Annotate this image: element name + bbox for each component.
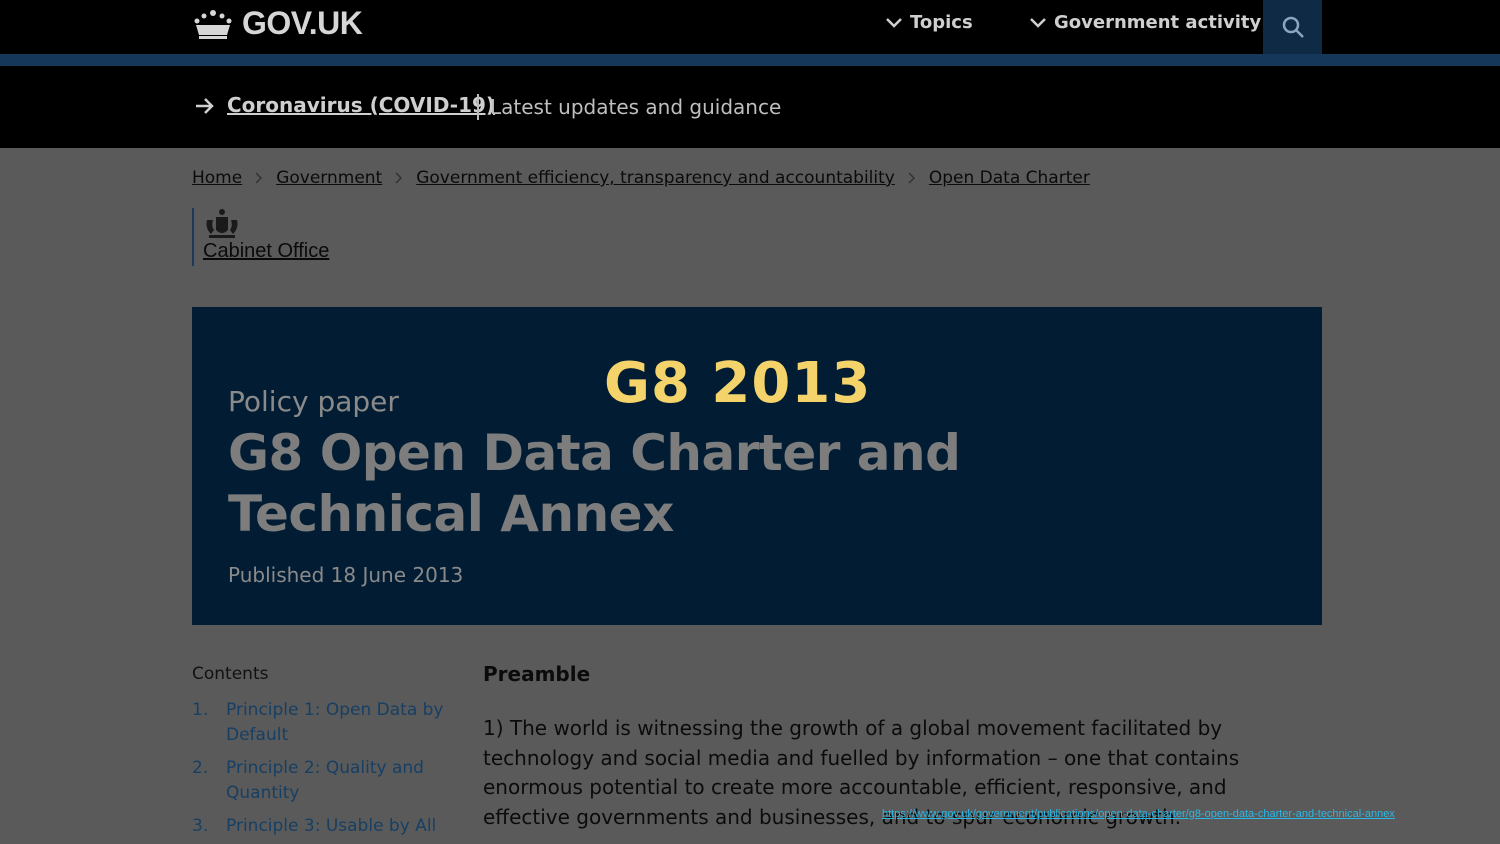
section-heading-preamble: Preamble	[483, 662, 591, 686]
chevron-right-icon	[255, 172, 263, 184]
source-url-link[interactable]: https://www.gov.uk/government/publicatio…	[882, 808, 1395, 820]
organisation-name: Cabinet Office	[203, 240, 330, 262]
govuk-logo[interactable]: GOV.UK	[192, 5, 363, 42]
covid-divider	[477, 94, 479, 120]
contents-item-label: Principle 2: Quality and Quantity	[226, 758, 424, 803]
crown-icon	[194, 9, 232, 39]
nav-topics[interactable]: Topics	[886, 12, 973, 33]
contents-item[interactable]: 1. Principle 1: Open Data by Default	[192, 698, 452, 748]
covid-link[interactable]: Coronavirus (COVID-19)	[227, 93, 495, 117]
contents-item-number: 2.	[192, 758, 209, 778]
breadcrumb: Home Government Government efficiency, t…	[192, 168, 1090, 188]
covid-text: Latest updates and guidance	[490, 95, 782, 119]
breadcrumb-open-data-charter[interactable]: Open Data Charter	[929, 168, 1090, 188]
nav-government-activity-label: Government activity	[1054, 12, 1262, 33]
contents-heading: Contents	[192, 664, 269, 684]
breadcrumb-efficiency[interactable]: Government efficiency, transparency and …	[416, 168, 895, 188]
published-date: Published 18 June 2013	[228, 563, 464, 587]
chevron-right-icon	[395, 172, 403, 184]
document-header: G8 2013 Policy paper G8 Open Data Charte…	[192, 307, 1322, 625]
royal-coat-of-arms-icon	[206, 209, 238, 238]
search-icon	[1282, 16, 1304, 38]
nav-government-activity[interactable]: Government activity	[1030, 12, 1261, 33]
page-title: G8 Open Data Charter and Technical Annex	[228, 424, 961, 543]
overlay-title: G8 2013	[604, 351, 872, 416]
contents-item-label: Principle 1: Open Data by Default	[226, 700, 444, 745]
contents-item[interactable]: 2. Principle 2: Quality and Quantity	[192, 756, 452, 806]
arrow-right-icon	[196, 98, 214, 114]
chevron-right-icon	[908, 172, 915, 184]
search-button[interactable]	[1263, 0, 1322, 54]
header-blue-bar	[0, 54, 1500, 66]
chevron-down-icon	[886, 17, 902, 28]
site-header: GOV.UK Topics Government activity	[0, 0, 1500, 54]
covid-banner: Coronavirus (COVID-19) Latest updates an…	[0, 66, 1500, 148]
nav-topics-label: Topics	[910, 12, 973, 33]
logo-text: GOV.UK	[242, 5, 363, 41]
document-type: Policy paper	[228, 385, 399, 418]
contents-item-number: 1.	[192, 700, 209, 720]
breadcrumb-home[interactable]: Home	[192, 168, 242, 188]
contents-list: 1. Principle 1: Open Data by Default 2. …	[192, 698, 452, 844]
contents-item-number: 3.	[192, 816, 209, 836]
contents-item[interactable]: 3. Principle 3: Usable by All	[192, 814, 452, 839]
chevron-down-icon	[1030, 17, 1046, 28]
breadcrumb-government[interactable]: Government	[276, 168, 382, 188]
organisation-logo[interactable]: Cabinet Office	[192, 208, 329, 266]
contents-item-label: Principle 3: Usable by All	[226, 816, 437, 836]
